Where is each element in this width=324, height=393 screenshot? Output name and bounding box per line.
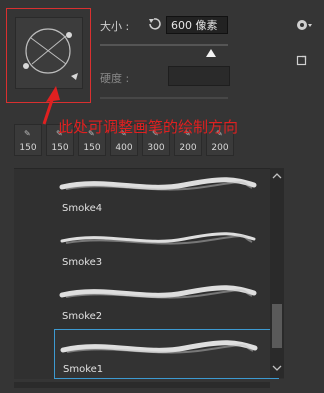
angle-annotation-text: 此处可调整画笔的绘制方向 <box>58 118 239 136</box>
hardness-label: 硬度 : <box>100 72 130 85</box>
recent-brush-size: 200 <box>179 143 197 153</box>
roundness-handle[interactable] <box>23 63 29 69</box>
size-input[interactable]: 600 像素 <box>166 16 228 34</box>
hardness-input[interactable] <box>168 66 230 86</box>
hardness-slider-track[interactable] <box>100 97 228 99</box>
recent-brush-size: 150 <box>51 143 69 153</box>
horizontal-scrollbar[interactable] <box>14 382 270 388</box>
brush-stroke-icon <box>59 177 257 191</box>
vertical-scrollbar[interactable] <box>270 168 284 378</box>
size-label: 大小 : <box>100 20 130 33</box>
brush-angle-widget[interactable] <box>15 17 83 89</box>
brush-preset-item[interactable]: Smoke1 <box>54 329 279 379</box>
brush-tip-icon: ✎ <box>24 129 31 138</box>
brush-preset-item[interactable]: Smoke3 <box>54 227 279 275</box>
recent-brush-item[interactable]: ✎ 150 <box>14 124 42 156</box>
recent-brush-size: 200 <box>211 143 229 153</box>
brush-preset-item[interactable]: Smoke4 <box>54 173 279 221</box>
brush-preset-name: Smoke1 <box>63 364 104 375</box>
brush-preset-list: Smoke4 Smoke3 Smoke2 Smoke1 <box>14 168 284 379</box>
brush-stroke-icon <box>59 285 257 299</box>
brush-stroke-icon <box>60 232 256 245</box>
brush-preset-item[interactable]: Smoke2 <box>54 281 279 329</box>
reset-icon[interactable] <box>146 16 162 32</box>
angle-handle[interactable] <box>66 32 72 38</box>
chevron-down-icon[interactable] <box>272 364 282 372</box>
gear-icon[interactable] <box>295 18 313 32</box>
size-slider-track[interactable] <box>100 44 228 46</box>
new-preset-icon[interactable] <box>296 55 308 67</box>
brush-stroke-icon <box>60 340 258 354</box>
chevron-up-icon[interactable] <box>272 172 282 180</box>
angle-arrow-icon <box>71 73 78 80</box>
brush-preset-name: Smoke4 <box>62 203 103 214</box>
brush-settings-panel: 大小 : 600 像素 硬度 : ✎ 150 ✎ 150 ✎ 150 ✎ 400 ✎ 300 ✎ 20… <box>0 0 324 393</box>
brush-preset-name: Smoke3 <box>62 257 103 268</box>
recent-brush-size: 150 <box>83 143 101 153</box>
recent-brush-size: 300 <box>147 143 165 153</box>
size-slider-thumb[interactable] <box>206 49 217 57</box>
recent-brush-size: 150 <box>19 143 37 153</box>
brush-preset-name: Smoke2 <box>62 311 103 322</box>
recent-brush-size: 400 <box>115 143 133 153</box>
scrollbar-thumb[interactable] <box>272 304 282 348</box>
